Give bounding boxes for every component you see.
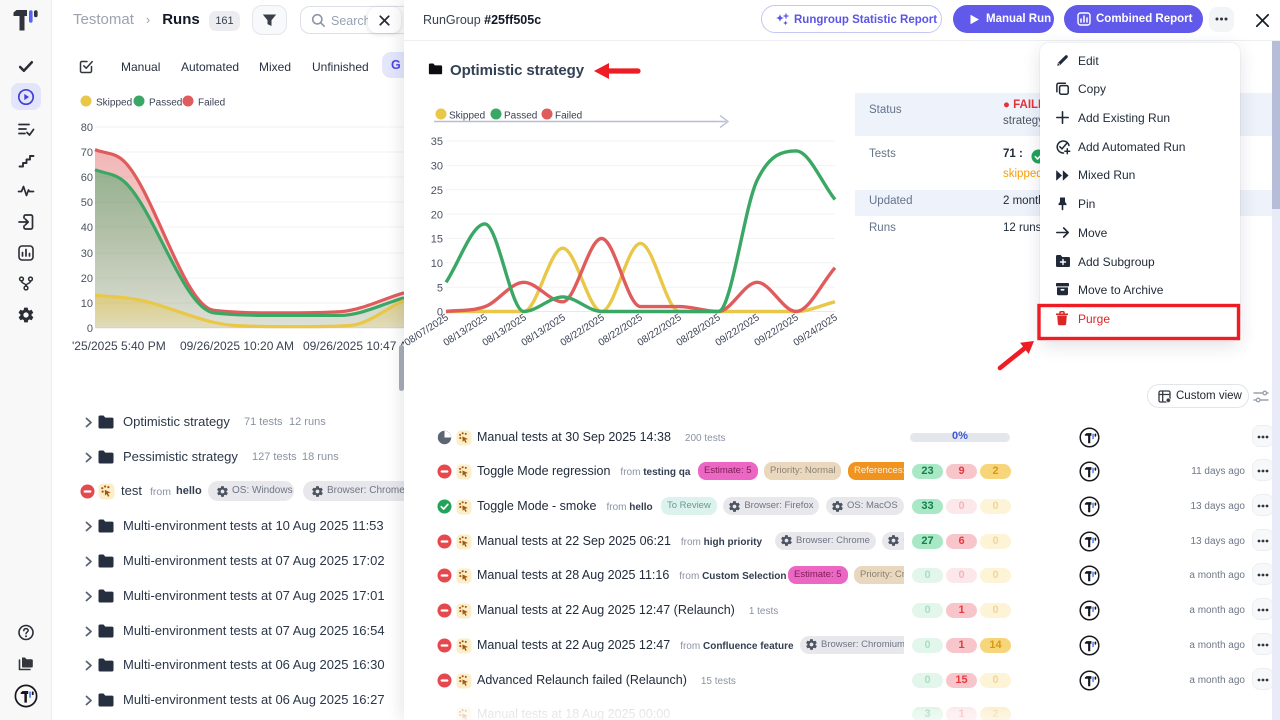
svg-text:30: 30	[431, 161, 443, 173]
svg-text:50: 50	[81, 197, 93, 209]
svg-text:Passed: Passed	[149, 98, 182, 109]
svg-text:25: 25	[431, 185, 443, 197]
svg-text:40: 40	[81, 222, 93, 234]
svg-text:Passed: Passed	[504, 111, 537, 122]
svg-text:20: 20	[431, 210, 443, 222]
svg-text:09/24/2025: 09/24/2025	[792, 312, 840, 349]
svg-text:35: 35	[431, 136, 443, 148]
svg-text:Skipped: Skipped	[449, 111, 485, 122]
svg-text:09/26/2025 10:20 AM: 09/26/2025 10:20 AM	[180, 339, 294, 353]
svg-text:'25/2025 5:40 PM: '25/2025 5:40 PM	[72, 339, 166, 353]
svg-text:70: 70	[81, 147, 93, 159]
svg-text:Skipped: Skipped	[96, 98, 132, 109]
svg-text:Failed: Failed	[555, 111, 582, 122]
svg-text:20: 20	[81, 273, 93, 285]
svg-text:10: 10	[431, 258, 443, 270]
svg-text:Failed: Failed	[198, 98, 225, 109]
svg-text:5: 5	[437, 283, 443, 295]
svg-text:09/26/2025 10:47 AM: 09/26/2025 10:47 AM	[303, 339, 404, 353]
svg-text:10: 10	[81, 298, 93, 310]
svg-text:0: 0	[87, 323, 93, 335]
svg-text:15: 15	[431, 234, 443, 246]
svg-text:60: 60	[81, 172, 93, 184]
svg-text:30: 30	[81, 248, 93, 260]
svg-text:80: 80	[81, 122, 93, 134]
